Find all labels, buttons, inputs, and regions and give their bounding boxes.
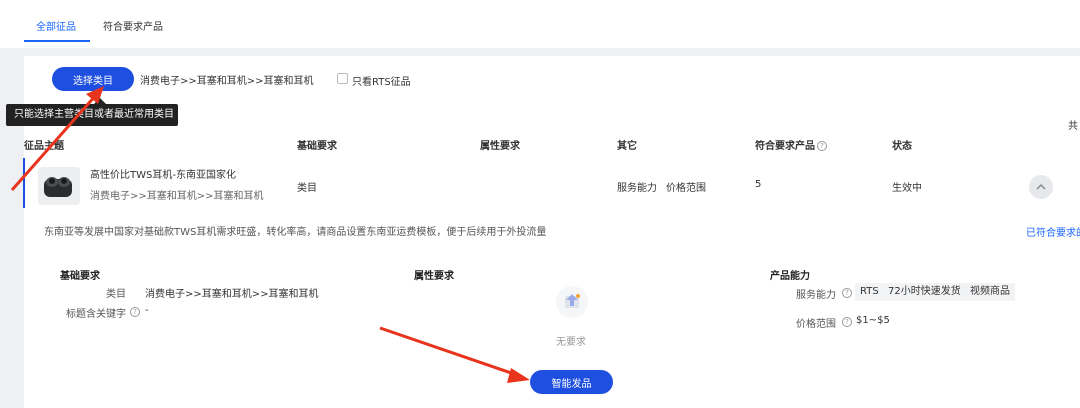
service-tag-video: 视频商品 [965, 283, 1015, 301]
collapse-row-button[interactable] [1029, 175, 1053, 199]
capability-card-title: 产品能力 [770, 271, 810, 282]
keyword-label: 标题含关键字 [66, 309, 126, 320]
selected-category-path: 消费电子>>耳塞和耳机>>耳塞和耳机 [140, 76, 314, 87]
basic-card-title: 基础要求 [60, 271, 100, 282]
category-label: 类目 [106, 289, 126, 300]
price-range-value: $1~$5 [856, 315, 890, 326]
tab-bar: 全部征品 符合要求产品 [0, 0, 1080, 48]
rts-only-label[interactable]: 只看RTS征品 [352, 73, 411, 88]
keyword-value: - [145, 305, 149, 316]
header-basic-requirements: 基础要求 [297, 141, 337, 152]
attribute-card-title: 属性要求 [414, 271, 454, 282]
help-icon[interactable]: ? [842, 317, 852, 327]
header-topic: 征品主题 [24, 141, 64, 152]
row-other-price: 价格范围 [666, 183, 706, 194]
earbuds-product-image [38, 167, 80, 205]
service-capability-label: 服务能力 [796, 290, 836, 301]
header-other: 其它 [617, 141, 637, 152]
rts-only-checkbox[interactable] [337, 73, 348, 84]
row-other-service: 服务能力 [617, 183, 657, 194]
select-category-button[interactable]: 选择类目 [52, 67, 134, 91]
row-title[interactable]: 高性价比TWS耳机-东南亚国家化 [90, 166, 236, 181]
header-status: 状态 [892, 141, 912, 152]
help-icon[interactable]: ? [130, 307, 140, 317]
category-value: 消费电子>>耳塞和耳机>>耳塞和耳机 [145, 289, 319, 300]
matching-products-link[interactable]: 已符合要求的 [1026, 224, 1080, 239]
smart-publish-button[interactable]: 智能发品 [530, 370, 613, 394]
help-icon[interactable]: ? [842, 288, 852, 298]
row-matching-count: 5 [755, 179, 762, 190]
header-matching-products-label: 符合要求产品 [755, 141, 815, 152]
detail-description: 东南亚等发展中国家对基础款TWS耳机需求旺盛，转化率高，请商品设置东南亚运费模板… [44, 227, 547, 238]
service-tag-rts: RTS [855, 283, 884, 301]
row-category: 消费电子>>耳塞和耳机>>耳塞和耳机 [90, 191, 264, 202]
empty-box-icon [556, 286, 588, 318]
help-icon[interactable]: ? [817, 141, 827, 151]
tab-all-solicitations[interactable]: 全部征品 [36, 18, 76, 33]
price-range-label: 价格范围 [796, 319, 836, 330]
header-matching-products: 符合要求产品? [755, 137, 827, 152]
row-basic-requirement: 类目 [297, 183, 317, 194]
total-count-text: 共 [1068, 121, 1078, 132]
no-requirement-text: 无要求 [556, 337, 586, 348]
tab-matching-products[interactable]: 符合要求产品 [103, 18, 163, 33]
row-status: 生效中 [892, 183, 922, 194]
category-tooltip: 只能选择主营类目或者最近常用类目 [6, 104, 178, 126]
chevron-up-icon [1036, 184, 1046, 190]
service-tag-72h-shipping: 72小时快速发货 [883, 283, 966, 301]
header-attribute-requirements: 属性要求 [480, 141, 520, 152]
row-selected-accent [23, 158, 25, 208]
active-tab-indicator [24, 40, 90, 42]
